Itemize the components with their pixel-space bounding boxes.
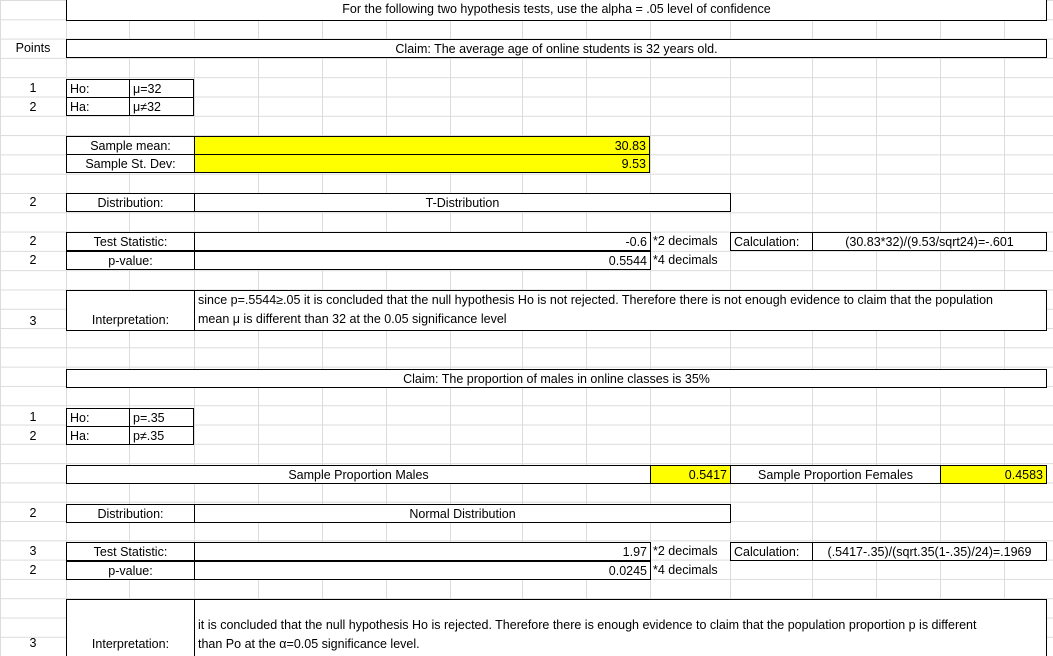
test-statistic-label-1[interactable]: Test Statistic:	[66, 232, 195, 251]
ho-value-2[interactable]: p=.35	[129, 408, 194, 427]
header-text: For the following two hypothesis tests, …	[342, 2, 771, 16]
points-interp-1[interactable]: 3	[0, 312, 66, 331]
interpretation-label-2: Interpretation:	[91, 637, 170, 651]
calculation-value-1[interactable]: (30.83*32)/(9.53/sqrt24)=-.601	[812, 232, 1047, 251]
points-pv-2[interactable]: 2	[0, 561, 66, 580]
ha-value-2[interactable]: p≠.35	[129, 426, 194, 445]
calculation-value-2[interactable]: (.5417-.35)/(sqrt.35(1-.35)/24)=.1969	[812, 542, 1047, 561]
points-dist-1[interactable]: 2	[0, 193, 66, 212]
claim-cell-2[interactable]: Claim: The proportion of males in online…	[66, 369, 1047, 388]
sample-proportion-females-label[interactable]: Sample Proportion Females	[730, 465, 941, 484]
interpretation-line-2b: than Po at the α=0.05 significance level…	[198, 637, 420, 651]
points-column-header[interactable]: Points	[0, 39, 66, 58]
test-statistic-value-2[interactable]: 1.97	[194, 542, 651, 561]
sample-proportion-males-value[interactable]: 0.5417	[650, 465, 731, 484]
sample-proportion-females-value[interactable]: 0.4583	[940, 465, 1047, 484]
test-statistic-value-1[interactable]: -0.6	[194, 232, 651, 251]
ho-label-2[interactable]: Ho:	[66, 408, 130, 427]
test-statistic-note-1[interactable]: *2 decimals	[650, 232, 730, 251]
sample-sd-label[interactable]: Sample St. Dev:	[66, 154, 195, 173]
ha-label-2[interactable]: Ha:	[66, 426, 130, 445]
p-value-label-2[interactable]: p-value:	[66, 561, 195, 580]
points-ts-1[interactable]: 2	[0, 232, 66, 251]
p-value-label-1[interactable]: p-value:	[66, 251, 195, 270]
points-pv-1[interactable]: 2	[0, 251, 66, 270]
sample-mean-label[interactable]: Sample mean:	[66, 136, 195, 155]
sample-sd-value[interactable]: 9.53	[194, 154, 650, 173]
points-ho-2[interactable]: 1	[0, 408, 66, 427]
distribution-value-1[interactable]: T-Distribution	[194, 193, 731, 212]
points-ho-1[interactable]: 1	[0, 79, 66, 98]
calculation-label-2[interactable]: Calculation:	[730, 542, 813, 561]
p-value-value-1[interactable]: 0.5544	[194, 251, 651, 270]
points-ha-1[interactable]: 2	[0, 98, 66, 117]
ho-label-1[interactable]: Ho:	[66, 79, 130, 98]
points-dist-2[interactable]: 2	[0, 504, 66, 523]
test-statistic-note-2[interactable]: *2 decimals	[650, 542, 730, 561]
interpretation-line-2a: it is concluded that the null hypothesis…	[198, 618, 977, 632]
interpretation-line-1b: mean μ is different than 32 at the 0.05 …	[198, 312, 507, 326]
sheet-header[interactable]: For the following two hypothesis tests, …	[66, 0, 1047, 21]
distribution-value-2[interactable]: Normal Distribution	[194, 504, 731, 523]
sample-proportion-males-label[interactable]: Sample Proportion Males	[66, 465, 651, 484]
points-interp-2[interactable]: 3	[0, 634, 66, 653]
ha-value-1[interactable]: μ≠32	[129, 97, 194, 116]
interpretation-label-1: Interpretation:	[91, 313, 170, 327]
points-ha-2[interactable]: 2	[0, 427, 66, 446]
sample-mean-value[interactable]: 30.83	[194, 136, 650, 155]
distribution-label-1[interactable]: Distribution:	[66, 193, 195, 212]
claim-cell-1[interactable]: Claim: The average age of online student…	[66, 39, 1047, 58]
calculation-label-1[interactable]: Calculation:	[730, 232, 813, 251]
ha-label-1[interactable]: Ha:	[66, 97, 130, 116]
p-value-note-1[interactable]: *4 decimals	[650, 251, 730, 270]
ho-value-1[interactable]: μ=32	[129, 79, 194, 98]
test-statistic-label-2[interactable]: Test Statistic:	[66, 542, 195, 561]
interpretation-text-1[interactable]: since p=.5544≥.05 it is concluded that t…	[194, 290, 1047, 331]
spreadsheet-grid[interactable]: For the following two hypothesis tests, …	[0, 0, 1053, 656]
interpretation-line-1a: since p=.5544≥.05 it is concluded that t…	[198, 293, 993, 307]
interpretation-label-cell-2[interactable]: Interpretation:	[66, 599, 195, 656]
interpretation-label-cell-1[interactable]: Interpretation:	[66, 290, 195, 331]
p-value-note-2[interactable]: *4 decimals	[650, 561, 730, 580]
p-value-value-2[interactable]: 0.0245	[194, 561, 651, 580]
distribution-label-2[interactable]: Distribution:	[66, 504, 195, 523]
interpretation-text-2[interactable]: it is concluded that the null hypothesis…	[194, 599, 1047, 656]
points-ts-2[interactable]: 3	[0, 542, 66, 561]
